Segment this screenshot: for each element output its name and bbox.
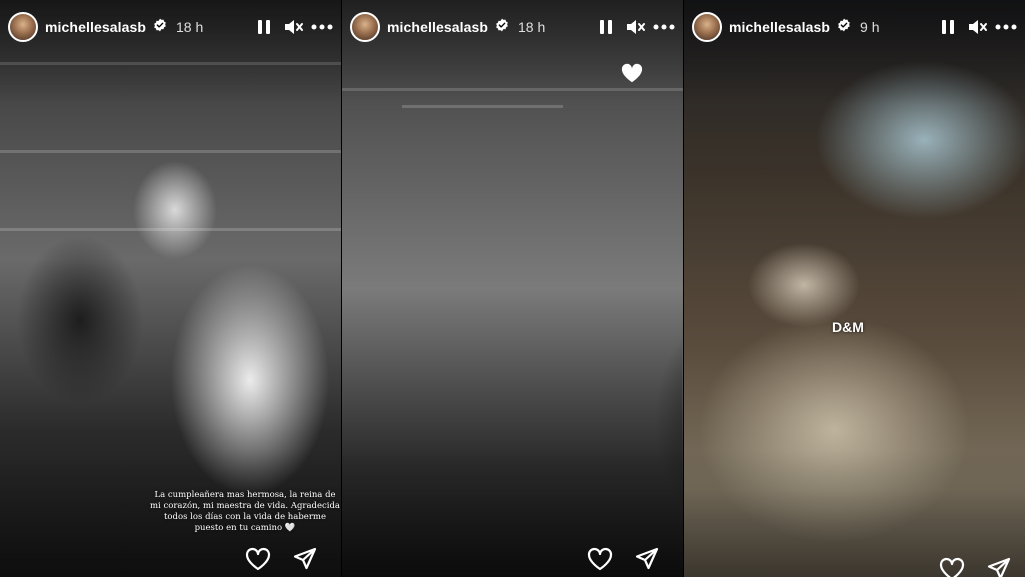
- story-header: michellesalasb 18 h: [350, 12, 675, 42]
- username[interactable]: michellesalasb: [729, 19, 830, 35]
- pause-icon[interactable]: [253, 16, 275, 38]
- story-caption: La cumpleañera mas hermosa, la reina de …: [150, 490, 340, 533]
- pause-icon[interactable]: [937, 16, 959, 38]
- send-icon[interactable]: [635, 547, 659, 571]
- text-sticker: D&M: [832, 319, 864, 335]
- verified-badge-icon: [837, 18, 851, 37]
- story-header: michellesalasb 9 h: [692, 12, 1017, 42]
- story-card-2[interactable]: michellesalasb 18 h: [342, 0, 683, 577]
- more-options-icon[interactable]: [653, 16, 675, 38]
- story-actions: [245, 547, 317, 571]
- profile-avatar[interactable]: [8, 12, 38, 42]
- story-header: michellesalasb 18 h: [8, 12, 333, 42]
- story-actions: [939, 557, 1011, 577]
- username[interactable]: michellesalasb: [45, 19, 146, 35]
- more-options-icon[interactable]: [995, 16, 1017, 38]
- heart-icon[interactable]: [245, 547, 271, 571]
- story-card-3[interactable]: michellesalasb 9 h D&M: [684, 0, 1025, 577]
- story-timestamp: 9 h: [860, 19, 880, 35]
- speaker-muted-icon[interactable]: [966, 16, 988, 38]
- heart-icon[interactable]: [587, 547, 613, 571]
- more-options-icon[interactable]: [311, 16, 333, 38]
- pause-icon[interactable]: [595, 16, 617, 38]
- floating-heart-icon: [620, 62, 644, 89]
- verified-badge-icon: [495, 18, 509, 37]
- heart-icon[interactable]: [939, 557, 965, 577]
- verified-badge-icon: [153, 18, 167, 37]
- story-timestamp: 18 h: [518, 19, 546, 35]
- speaker-muted-icon[interactable]: [624, 16, 646, 38]
- story-timestamp: 18 h: [176, 19, 204, 35]
- stories-strip: michellesalasb 18 h La cumpleañera mas h…: [0, 0, 1025, 577]
- send-icon[interactable]: [987, 557, 1011, 577]
- story-actions: [587, 547, 659, 571]
- photo-shade: [684, 0, 1025, 577]
- story-card-1[interactable]: michellesalasb 18 h La cumpleañera mas h…: [0, 0, 341, 577]
- profile-avatar[interactable]: [350, 12, 380, 42]
- profile-avatar[interactable]: [692, 12, 722, 42]
- send-icon[interactable]: [293, 547, 317, 571]
- username[interactable]: michellesalasb: [387, 19, 488, 35]
- speaker-muted-icon[interactable]: [282, 16, 304, 38]
